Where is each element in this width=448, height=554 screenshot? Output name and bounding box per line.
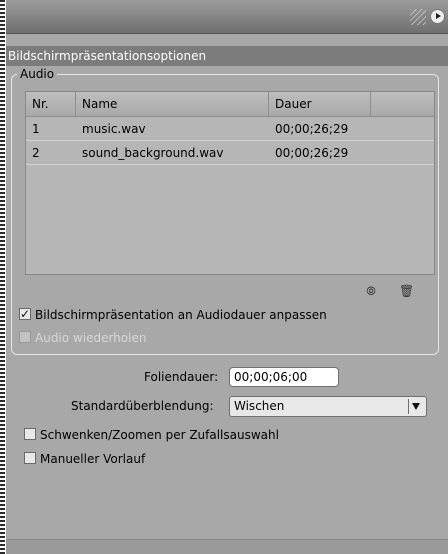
fit-to-audio-checkbox[interactable] — [19, 305, 31, 323]
transition-select-value: Wischen — [234, 399, 285, 413]
transition-label: Standardüberblendung: — [71, 399, 214, 413]
panel-titlebar — [6, 0, 448, 34]
manual-advance-label: Manueller Vorlauf — [40, 452, 146, 466]
cell-name: music.wav — [82, 122, 146, 136]
replace-audio-icon[interactable]: ⦾ — [364, 284, 378, 298]
audio-table-header: Nr. Name Dauer — [26, 92, 434, 117]
cell-nr: 2 — [32, 146, 40, 160]
pan-zoom-checkbox[interactable] — [24, 428, 36, 440]
cell-name: sound_background.wav — [82, 146, 224, 160]
manual-advance-checkbox[interactable] — [24, 452, 36, 464]
fit-to-audio-checkbox-row[interactable]: Bildschirmpräsentation an Audiodauer anp… — [19, 305, 399, 324]
pan-zoom-label: Schwenken/Zoomen per Zufallsauswahl — [40, 428, 279, 442]
panel-menu-icon[interactable] — [430, 9, 445, 24]
slide-duration-input[interactable]: 00;00;06;00 — [229, 367, 339, 387]
repeat-audio-checkbox-row[interactable]: Audio wiederholen — [19, 329, 219, 347]
gripper-icon[interactable] — [410, 9, 426, 25]
fit-to-audio-label: Bildschirmpräsentation an Audiodauer anp… — [35, 308, 327, 322]
audio-group-legend: Audio — [17, 66, 58, 82]
repeat-audio-label: Audio wiederholen — [35, 331, 147, 345]
transition-select[interactable]: Wischen — [229, 396, 427, 417]
column-header-name[interactable]: Name — [76, 92, 269, 116]
panel-section-title: Bildschirmpräsentationsoptionen — [6, 46, 448, 66]
table-row[interactable]: 1 music.wav 00;00;26;29 — [26, 117, 434, 141]
audio-table: Nr. Name Dauer 1 music.wav 00;00;26;29 2… — [25, 91, 435, 275]
column-header-nr[interactable]: Nr. — [26, 92, 76, 116]
cell-dauer: 00;00;26;29 — [275, 146, 349, 160]
trash-icon[interactable]: 🗑 — [399, 284, 414, 298]
column-header-dauer[interactable]: Dauer — [269, 92, 371, 116]
panel-footer — [6, 539, 448, 554]
repeat-audio-checkbox[interactable] — [19, 331, 31, 343]
cell-nr: 1 — [32, 122, 40, 136]
dropdown-arrow-icon[interactable] — [408, 399, 424, 414]
pan-zoom-checkbox-row[interactable]: Schwenken/Zoomen per Zufallsauswahl — [24, 426, 324, 444]
table-row[interactable]: 2 sound_background.wav 00;00;26;29 — [26, 141, 434, 165]
cell-dauer: 00;00;26;29 — [275, 122, 349, 136]
dotted-left-edge — [0, 0, 5, 554]
slideshow-options-panel: Bildschirmpräsentationsoptionen Audio Nr… — [6, 0, 448, 554]
manual-advance-checkbox-row[interactable]: Manueller Vorlauf — [24, 450, 224, 468]
slide-duration-label: Foliendauer: — [144, 370, 219, 384]
